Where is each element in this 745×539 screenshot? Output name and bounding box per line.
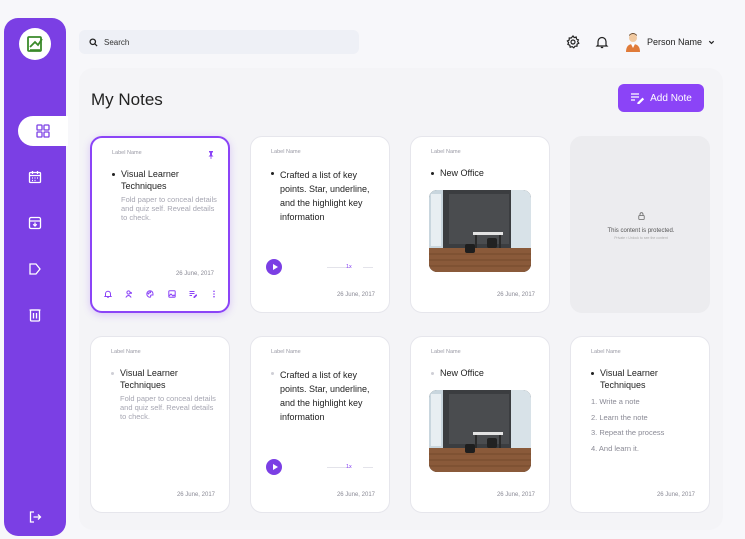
playback-speed[interactable]: 1x [346, 264, 352, 270]
add-note-icon [631, 93, 645, 104]
pin-icon[interactable] [208, 151, 214, 159]
lock-icon [637, 212, 645, 220]
note-label: Label Name [271, 349, 301, 355]
grid-icon [36, 124, 50, 138]
user-name: Person Name [647, 37, 703, 47]
sidebar-item-archive[interactable] [4, 208, 66, 238]
page-title: My Notes [91, 90, 163, 109]
protected-content: This content is protected. Private ▪ Unl… [571, 207, 711, 240]
note-date: 26 June, 2017 [175, 271, 214, 277]
audio-progress [363, 267, 373, 268]
note-image [429, 390, 531, 472]
image-icon[interactable] [167, 290, 176, 298]
note-label: Label Name [431, 149, 461, 155]
note-title: Visual Learner Techniques [591, 368, 703, 391]
note-label: Label Name [431, 349, 461, 355]
step-item: 3. Repeat the process [591, 428, 665, 437]
note-steps: 1. Write a note 2. Learn the note 3. Rep… [591, 394, 664, 456]
archive-icon [28, 216, 42, 230]
note-title: Crafted a list of key points. Star, unde… [271, 368, 383, 424]
note-card[interactable]: Label Name New Office 26 June, 2017 [410, 136, 550, 313]
note-date: 26 June, 2017 [336, 492, 375, 498]
note-title: Crafted a list of key points. Star, unde… [271, 168, 383, 224]
note-image [429, 190, 531, 272]
chevron-down-icon [708, 40, 715, 44]
more-vertical-icon[interactable] [210, 290, 218, 298]
app-logo[interactable] [19, 28, 51, 60]
add-note-label: Add Note [650, 92, 692, 104]
add-note-button[interactable]: Add Note [618, 84, 704, 112]
card-actions [104, 289, 218, 299]
sidebar-item-calendar[interactable] [4, 162, 66, 192]
note-card[interactable]: Label Name Visual Learner Techniques 1. … [570, 336, 710, 513]
protected-hint: Private ▪ Unlock to see the content [614, 236, 668, 240]
bell-icon [595, 36, 609, 49]
note-card[interactable]: Label Name New Office 26 June, 2017 [410, 336, 550, 513]
sidebar-item-trash[interactable] [4, 300, 66, 330]
protected-note-card[interactable]: This content is protected. Private ▪ Unl… [570, 136, 710, 313]
note-label: Label Name [591, 349, 621, 355]
protected-message: This content is protected. [607, 228, 675, 234]
audio-progress [363, 467, 373, 468]
step-item: 2. Learn the note [591, 412, 648, 422]
trash-icon [29, 309, 41, 322]
note-date: 26 June, 2017 [176, 492, 215, 498]
label-icon [29, 263, 41, 275]
note-label: Label Name [111, 349, 141, 355]
calendar-icon [28, 171, 42, 184]
reminder-bell-icon[interactable] [104, 290, 112, 298]
edit-list-icon[interactable] [189, 290, 197, 298]
avatar [626, 33, 640, 52]
step-item: 4. And learn it. [591, 443, 639, 453]
sidebar [4, 18, 68, 536]
note-card[interactable]: Label Name Crafted a list of key points.… [250, 336, 390, 513]
note-date: 26 June, 2017 [496, 292, 535, 298]
playback-speed[interactable]: 1x [346, 464, 352, 470]
note-card[interactable]: Label Name Visual Learner Techniques Fol… [90, 336, 230, 513]
notes-panel: My Notes Add Note Label Name Visual Lear… [79, 68, 723, 530]
user-menu[interactable]: Person Name [625, 32, 715, 52]
note-title: Visual Learner Techniques [112, 169, 224, 192]
settings-button[interactable] [565, 34, 581, 50]
collaborator-icon[interactable] [125, 290, 133, 298]
note-body: Fold paper to conceal details and quiz s… [120, 394, 216, 421]
logout-icon [29, 511, 42, 523]
app: Person Name My Notes Add Note Label Name… [0, 0, 745, 539]
sidebar-item-labels[interactable] [4, 254, 66, 284]
note-title: New Office [431, 168, 543, 180]
sidebar-item-logout[interactable] [4, 502, 66, 532]
gear-icon [566, 35, 580, 49]
palette-icon[interactable] [146, 290, 154, 298]
note-date: 26 June, 2017 [656, 492, 695, 498]
play-button[interactable] [266, 259, 282, 275]
search-bar[interactable] [79, 30, 359, 54]
search-icon [89, 37, 98, 47]
note-title: Visual Learner Techniques [111, 368, 223, 391]
note-label: Label Name [112, 150, 142, 156]
note-title: New Office [431, 368, 543, 380]
play-button[interactable] [266, 459, 282, 475]
notifications-button[interactable] [594, 34, 610, 50]
step-item: 1. Write a note [591, 397, 640, 406]
note-card[interactable]: Label Name Visual Learner Techniques Fol… [90, 136, 230, 313]
logo-icon [27, 36, 43, 52]
note-card[interactable]: Label Name Crafted a list of key points.… [250, 136, 390, 313]
search-input[interactable] [104, 37, 344, 47]
sidebar-item-dashboard[interactable] [18, 116, 68, 146]
note-label: Label Name [271, 149, 301, 155]
note-body: Fold paper to conceal details and quiz s… [121, 195, 217, 222]
note-date: 26 June, 2017 [496, 492, 535, 498]
note-date: 26 June, 2017 [336, 292, 375, 298]
